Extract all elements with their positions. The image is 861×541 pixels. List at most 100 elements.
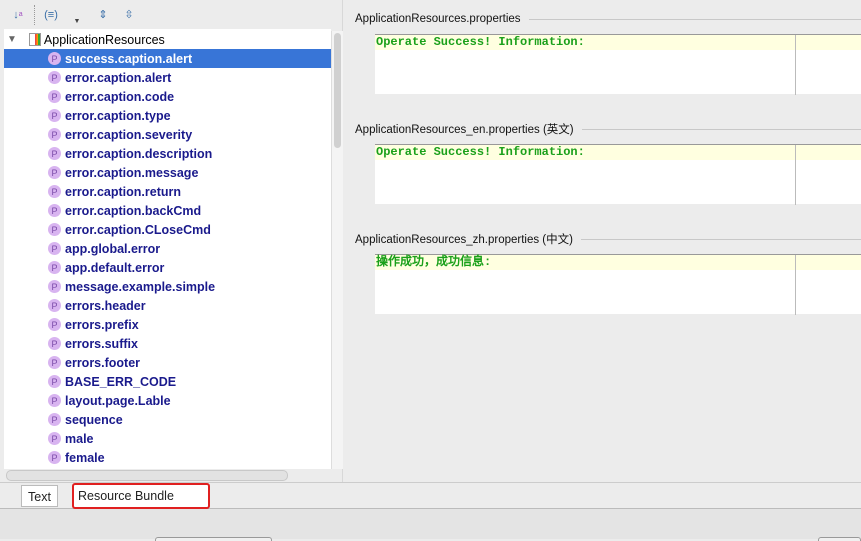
value-editor[interactable]: Operate Success! Information: bbox=[375, 34, 861, 95]
structure-panel: ↓ a (≡) ▼ ⇕ ⇳ ▼ ApplicationResources Psuc… bbox=[0, 0, 343, 482]
tree-item[interactable]: Perror.caption.alert bbox=[4, 68, 331, 87]
value-text[interactable]: 操作成功，成功信息: bbox=[375, 255, 861, 270]
tree-item-label: message.example.simple bbox=[65, 279, 216, 294]
status-field bbox=[818, 537, 861, 541]
tree-item-label: errors.footer bbox=[65, 355, 141, 370]
tree-item[interactable]: Playout.page.Lable bbox=[4, 391, 331, 410]
scroll-thumb[interactable] bbox=[334, 33, 341, 148]
divider bbox=[581, 128, 861, 130]
group-icon[interactable]: (≡) bbox=[41, 5, 61, 25]
tree-item[interactable]: Perror.caption.backCmd bbox=[4, 201, 331, 220]
tree-item-label: success.caption.alert bbox=[65, 51, 193, 66]
property-icon: P bbox=[48, 128, 61, 141]
property-icon: P bbox=[48, 90, 61, 103]
dropdown-arrow-icon[interactable]: ▼ bbox=[67, 5, 87, 25]
property-icon: P bbox=[48, 394, 61, 407]
section-title: ApplicationResources.properties bbox=[355, 12, 861, 26]
tree-item[interactable]: Papp.global.error bbox=[4, 239, 331, 258]
property-icon: P bbox=[48, 337, 61, 350]
tree-item[interactable]: Perrors.suffix bbox=[4, 334, 331, 353]
tree-item-label: error.caption.severity bbox=[65, 127, 193, 142]
tree-item-label: error.caption.type bbox=[65, 108, 171, 123]
tree-item[interactable]: P BASE_ERR_CODE bbox=[4, 372, 331, 391]
resource-tree: ▼ ApplicationResources Psuccess.caption.… bbox=[4, 29, 331, 469]
expand-all-icon[interactable]: ⇕ bbox=[93, 5, 113, 25]
property-icon: P bbox=[48, 413, 61, 426]
tree-item[interactable]: Pmale bbox=[4, 429, 331, 448]
tree-item-label: error.caption.message bbox=[65, 165, 199, 180]
value-text[interactable]: Operate Success! Information: bbox=[375, 35, 861, 50]
tree-item[interactable]: Psuccess.caption.alert bbox=[4, 49, 331, 68]
section-title: ApplicationResources_en.properties (英文) bbox=[355, 122, 861, 136]
bundle-icon bbox=[28, 33, 41, 46]
tree-item[interactable]: Perror.caption.message bbox=[4, 163, 331, 182]
file-name: ApplicationResources.properties bbox=[355, 13, 521, 25]
tree-item-label: sequence bbox=[65, 412, 123, 427]
tree-horizontal-scrollbar[interactable] bbox=[6, 470, 288, 481]
property-icon: P bbox=[48, 261, 61, 274]
tree-item-label: layout.page.Lable bbox=[65, 393, 171, 408]
properties-section: ApplicationResources.properties Operate … bbox=[355, 12, 861, 112]
properties-section: ApplicationResources_zh.properties (中文) … bbox=[355, 232, 861, 332]
tree-item[interactable]: Psequence bbox=[4, 410, 331, 429]
property-icon: P bbox=[48, 299, 61, 312]
file-name: ApplicationResources_en.properties (英文) bbox=[355, 124, 574, 136]
tree-item-label: error.caption.return bbox=[65, 184, 181, 199]
tab-text[interactable]: Text bbox=[21, 485, 58, 507]
tree-item-label: errors.header bbox=[65, 298, 146, 313]
property-icon: P bbox=[48, 185, 61, 198]
tree-item[interactable]: Perrors.footer bbox=[4, 353, 331, 372]
status-bar bbox=[0, 509, 861, 541]
tree-item-label: error.caption.backCmd bbox=[65, 203, 202, 218]
section-title: ApplicationResources_zh.properties (中文) bbox=[355, 232, 861, 246]
tree-item[interactable]: Perror.caption.code bbox=[4, 87, 331, 106]
file-name: ApplicationResources_zh.properties (中文) bbox=[355, 234, 573, 246]
value-editor[interactable]: Operate Success! Information: bbox=[375, 144, 861, 205]
tree-item[interactable]: Pfemale bbox=[4, 448, 331, 467]
divider bbox=[580, 238, 861, 240]
toolbar-separator bbox=[34, 4, 35, 25]
tree-item-label: errors.suffix bbox=[65, 336, 138, 351]
tree-item-label: BASE_ERR_CODE bbox=[65, 374, 177, 389]
tab-resource-bundle[interactable]: Resource Bundle bbox=[72, 483, 210, 509]
property-icon: P bbox=[48, 356, 61, 369]
collapse-triangle-icon[interactable]: ▼ bbox=[7, 34, 17, 45]
tree-item-label: error.caption.description bbox=[65, 146, 213, 161]
property-icon: P bbox=[48, 109, 61, 122]
tree-item-label: female bbox=[65, 450, 105, 465]
tree-item-label: errors.prefix bbox=[65, 317, 139, 332]
tree-item[interactable]: Perrors.header bbox=[4, 296, 331, 315]
property-icon: P bbox=[48, 432, 61, 445]
tree-item[interactable]: Perror.caption.type bbox=[4, 106, 331, 125]
tree-root-label: ApplicationResources bbox=[43, 32, 165, 47]
property-icon: P bbox=[48, 204, 61, 217]
property-icon: P bbox=[48, 375, 61, 388]
tree-item[interactable]: Perrors.prefix bbox=[4, 315, 331, 334]
tree-item-label: app.global.error bbox=[65, 241, 161, 256]
property-icon: P bbox=[48, 147, 61, 160]
tree-item[interactable]: Pmessage.example.simple bbox=[4, 277, 331, 296]
tree-item[interactable]: Perror.caption.description bbox=[4, 144, 331, 163]
property-icon: P bbox=[48, 52, 61, 65]
property-icon: P bbox=[48, 318, 61, 331]
sort-alpha-icon[interactable]: ↓ a bbox=[8, 5, 28, 25]
value-editor[interactable]: 操作成功，成功信息: bbox=[375, 254, 861, 315]
right-margin-line bbox=[795, 145, 796, 205]
tree-item[interactable]: Papp.default.error bbox=[4, 258, 331, 277]
property-icon: P bbox=[48, 242, 61, 255]
value-text[interactable]: Operate Success! Information: bbox=[375, 145, 861, 160]
tree-item-label: error.caption.CLoseCmd bbox=[65, 222, 211, 237]
tree-item-label: error.caption.alert bbox=[65, 70, 172, 85]
tree-root[interactable]: ▼ ApplicationResources bbox=[4, 30, 165, 49]
property-icon: P bbox=[48, 451, 61, 464]
properties-section: ApplicationResources_en.properties (英文) … bbox=[355, 122, 861, 222]
collapse-all-icon[interactable]: ⇳ bbox=[119, 5, 139, 25]
property-icon: P bbox=[48, 166, 61, 179]
property-icon: P bbox=[48, 223, 61, 236]
right-margin-line bbox=[795, 35, 796, 95]
tree-item[interactable]: Perror.caption.return bbox=[4, 182, 331, 201]
property-icon: P bbox=[48, 280, 61, 293]
tree-item[interactable]: Perror.caption.severity bbox=[4, 125, 331, 144]
tree-vertical-scrollbar[interactable] bbox=[331, 31, 343, 469]
tree-item[interactable]: Perror.caption.CLoseCmd bbox=[4, 220, 331, 239]
